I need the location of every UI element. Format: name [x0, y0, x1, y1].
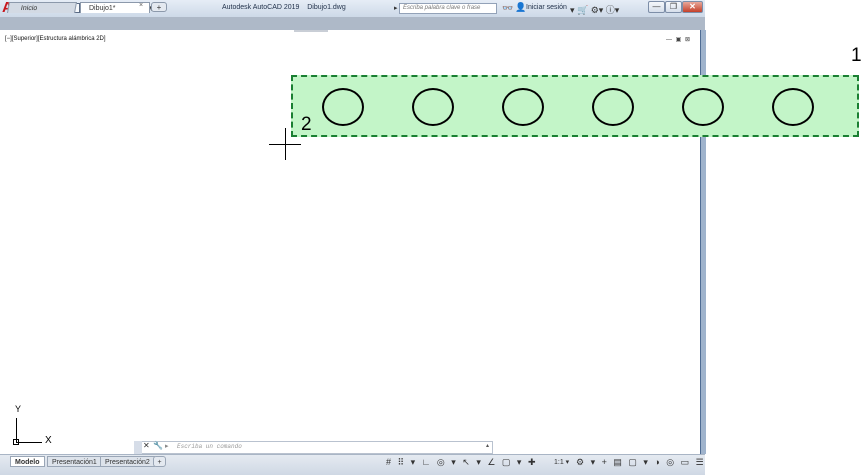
binoculars-icon[interactable]: 👓 [502, 3, 513, 14]
tab-close-icon[interactable]: × [139, 2, 143, 9]
circle-5[interactable] [682, 88, 724, 126]
command-line-grip[interactable] [134, 441, 142, 454]
viewport-window-controls[interactable]: — ▣ ⊠ [666, 36, 691, 43]
circle-6[interactable] [772, 88, 814, 126]
viewport-controls-label[interactable]: [−][Superior][Estructura alámbrica 2D] [5, 36, 106, 42]
ucs-origin-icon [13, 439, 19, 445]
command-input[interactable]: Escriba un comando [177, 443, 242, 450]
close-button[interactable]: ✕ [682, 1, 703, 13]
circle-4[interactable] [592, 88, 634, 126]
add-layout-button[interactable]: + [153, 456, 166, 467]
command-prompt-icon[interactable]: ▸ [165, 442, 169, 450]
command-history-arrow-icon[interactable]: ▴ [486, 442, 489, 449]
document-tab-bar [0, 17, 705, 30]
tab-presentacion1[interactable]: Presentación1 [47, 456, 102, 467]
tab-inicio[interactable]: Inicio [7, 2, 77, 13]
annotation-scale[interactable]: 1:1 ▾ [554, 458, 569, 466]
ucs-y-label: Y [15, 404, 22, 414]
window-title: Autodesk AutoCAD 2019 Dibujo1.dwg [222, 4, 346, 11]
tab-inicio-label: Inicio [20, 5, 38, 12]
circle-2[interactable] [412, 88, 454, 126]
circle-1[interactable] [322, 88, 364, 126]
tab-presentacion2[interactable]: Presentación2 [100, 456, 155, 467]
restore-button[interactable]: ❐ [665, 1, 682, 13]
new-tab-button[interactable]: + [151, 2, 167, 12]
help-store-icons[interactable]: ▾ 🛒 ⚙▾ ⓘ▾ [570, 3, 619, 16]
crosshair-cursor-vertical [285, 128, 286, 160]
tab-dibujo1-label: Dibujo1* [89, 5, 116, 12]
callout-number-2: 2 [301, 114, 312, 135]
user-icon[interactable]: 👤 [515, 2, 526, 13]
search-expand-icon[interactable]: ▸ [394, 4, 398, 12]
horizontal-scroll-indicator [294, 30, 328, 32]
close-icon[interactable]: ✕ [143, 441, 150, 450]
minimize-button[interactable]: — [648, 1, 665, 13]
circle-3[interactable] [502, 88, 544, 126]
callout-number-1: 1 [851, 45, 862, 66]
signin-button[interactable]: Iniciar sesión [526, 4, 567, 11]
status-right-icons[interactable]: ⚙ ▾ + ▤ ▢ ▾ ◑ ◎ ▭ ☰ [576, 457, 706, 468]
document-name: Dibujo1.dwg [307, 4, 346, 11]
search-input[interactable]: Escriba palabra clave o frase [399, 3, 497, 14]
tab-modelo[interactable]: Modelo [10, 456, 45, 467]
ucs-x-label: X [45, 435, 52, 446]
app-name: Autodesk AutoCAD 2019 [222, 4, 300, 11]
drafting-toggle-icons[interactable]: # ⠿ ▾ ∟ ◎ ▾ ↖ ▾ ∠ ▢ ▾ ✚ [386, 457, 538, 468]
ucs-x-axis-icon [16, 442, 42, 443]
wrench-icon[interactable]: 🔧 [153, 441, 163, 450]
